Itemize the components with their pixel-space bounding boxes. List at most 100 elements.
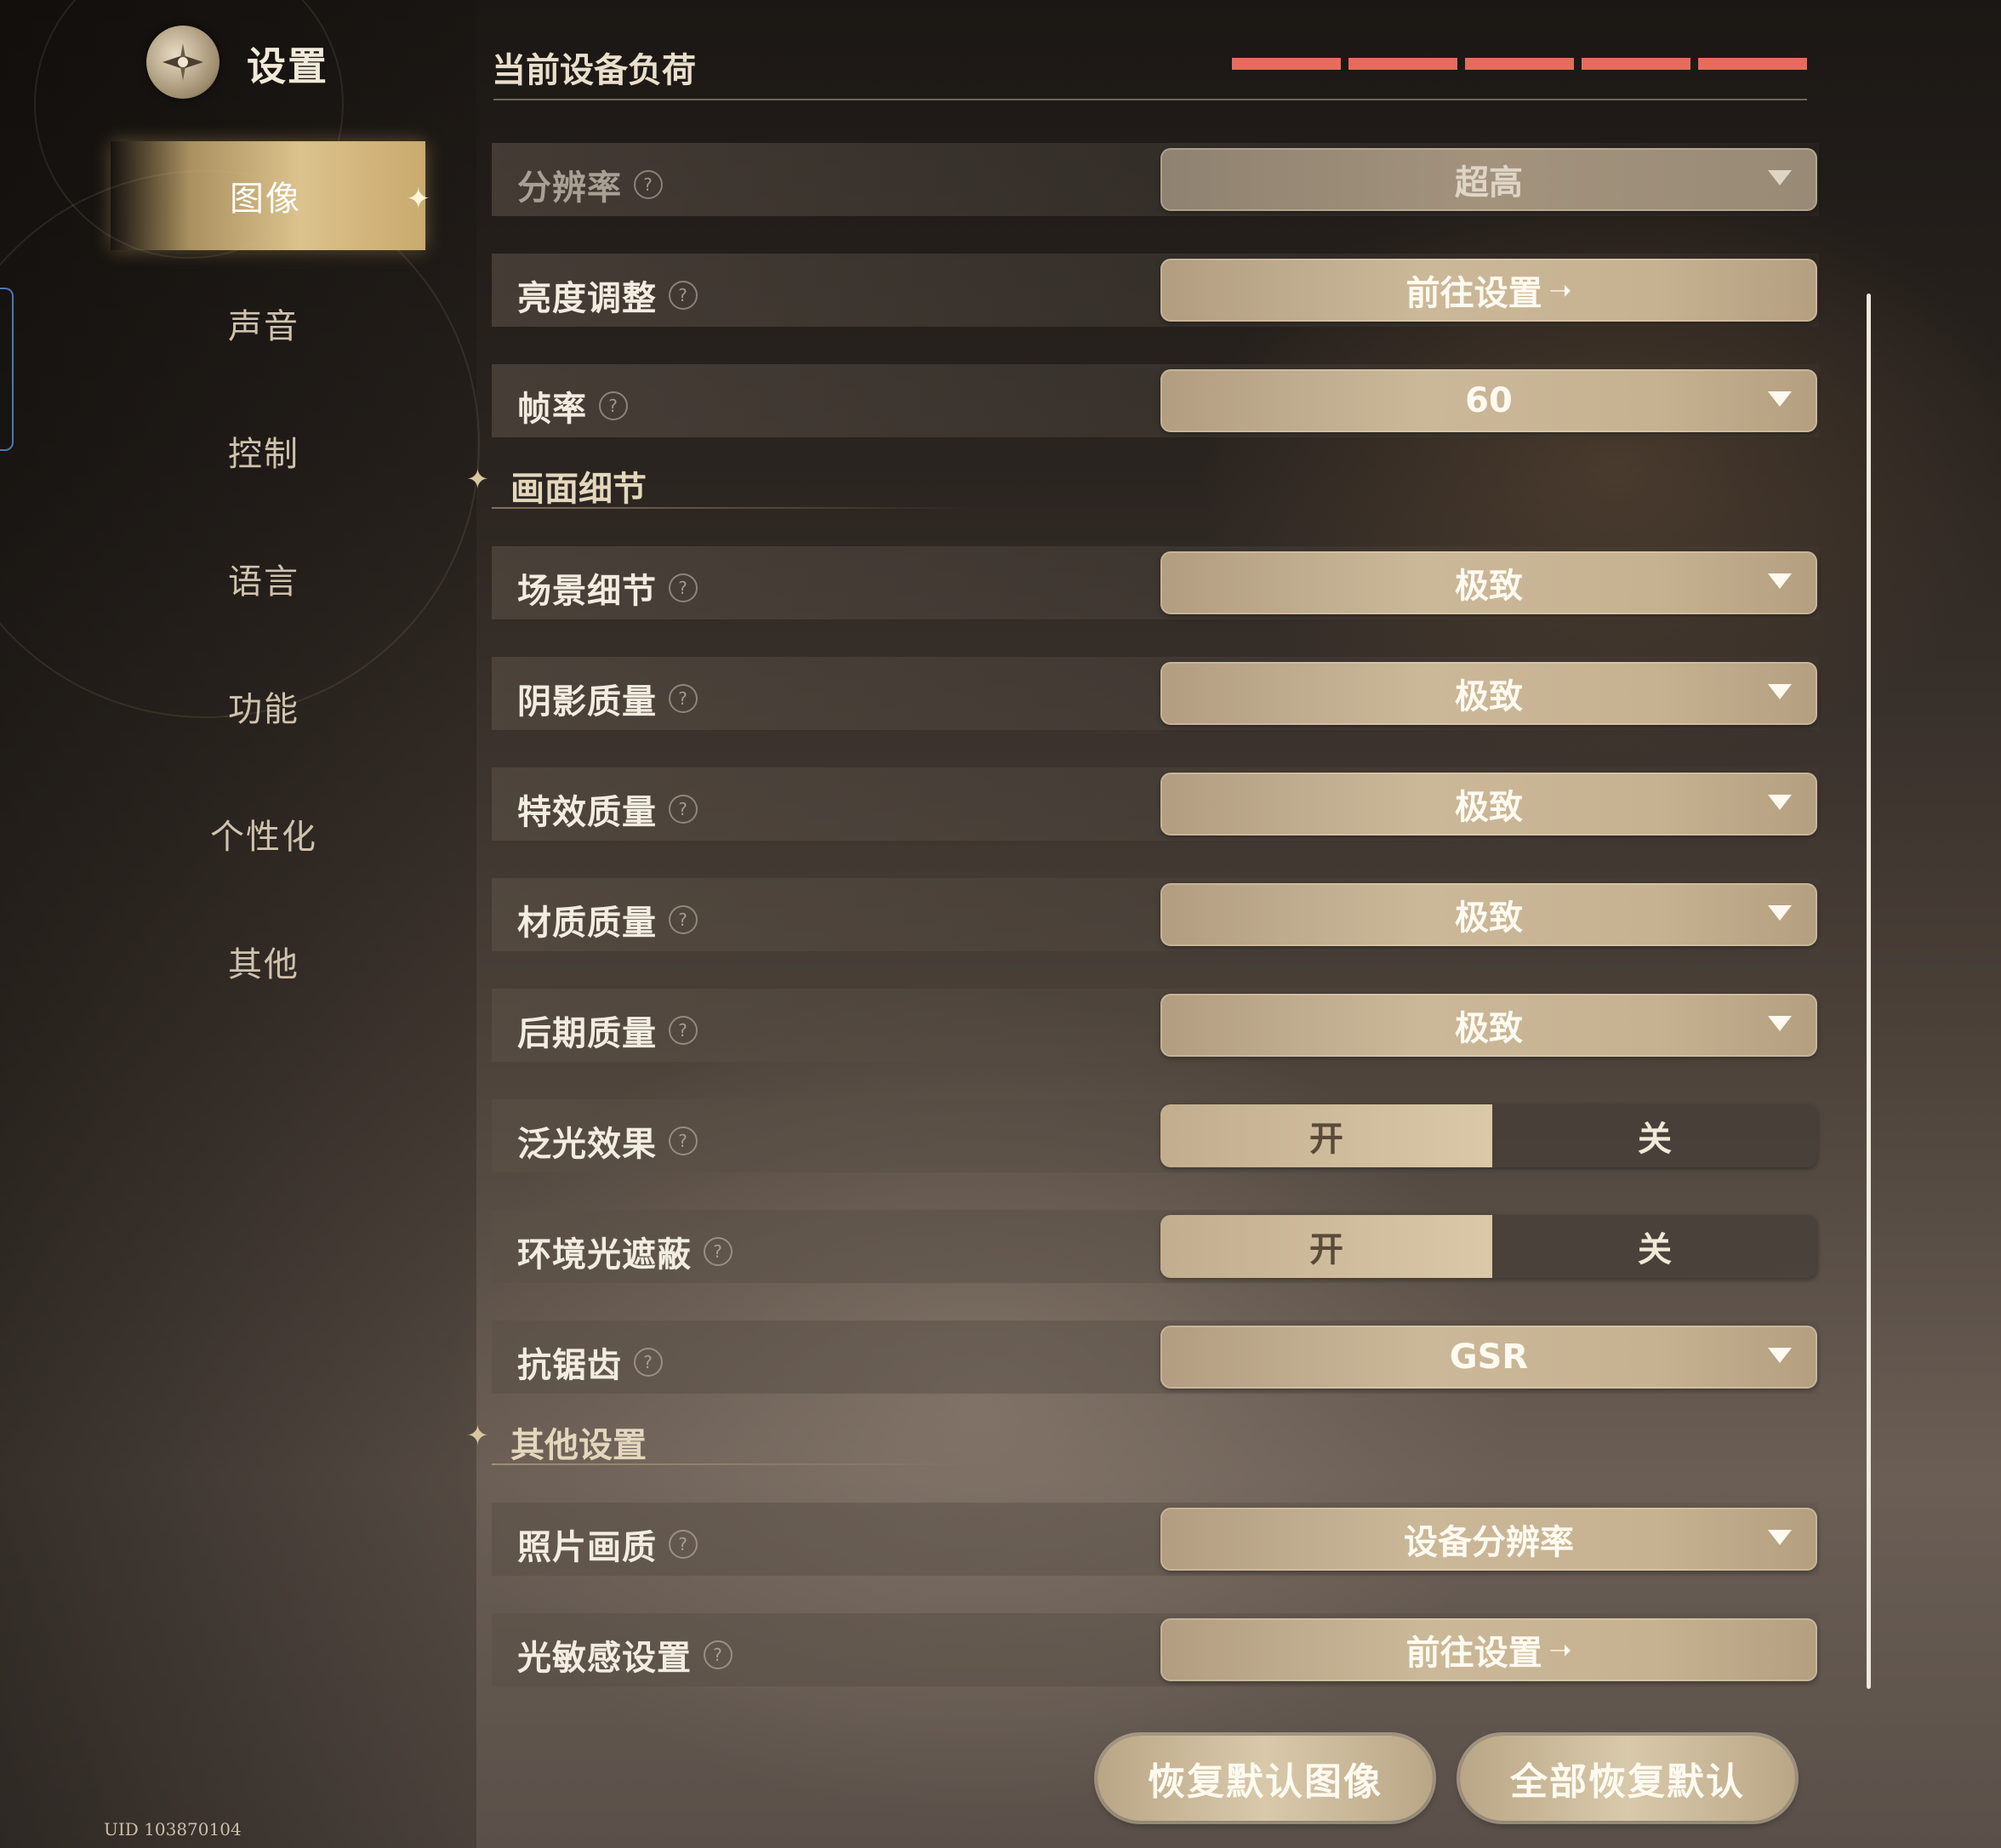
help-icon[interactable]: ? bbox=[634, 170, 663, 199]
chevron-down-icon bbox=[1768, 573, 1792, 589]
setting-row-shadow: 阴影质量? 极致 bbox=[492, 657, 1819, 730]
setting-row-effects: 特效质量? 极致 bbox=[492, 767, 1819, 841]
material-quality-dropdown[interactable]: 极致 bbox=[1160, 883, 1817, 946]
section-header-other: ✦ 其他设置 bbox=[466, 1414, 1819, 1465]
scene-detail-dropdown[interactable]: 极致 bbox=[1160, 551, 1817, 614]
device-load-meter bbox=[1232, 58, 1807, 70]
setting-label: 分辨率? bbox=[517, 160, 663, 209]
reset-image-button[interactable]: 恢复默认图像 bbox=[1097, 1736, 1433, 1821]
settings-list: 分辨率? 超高 亮度调整? 前往设置 ➝ 帧率? 60 ✦ 画面细节 场景细节? … bbox=[466, 143, 1819, 1724]
antialiasing-dropdown[interactable]: GSR bbox=[1160, 1326, 1817, 1389]
help-icon[interactable]: ? bbox=[704, 1237, 733, 1266]
chevron-down-icon bbox=[1768, 170, 1792, 185]
sidebar-item-label: 功能 bbox=[228, 690, 299, 729]
help-icon[interactable]: ? bbox=[669, 573, 698, 602]
help-icon[interactable]: ? bbox=[669, 795, 698, 824]
dropdown-value: 极致 bbox=[1455, 898, 1523, 938]
load-segment bbox=[1465, 58, 1574, 70]
chevron-down-icon bbox=[1768, 905, 1792, 921]
setting-label: 抗锯齿? bbox=[517, 1338, 663, 1387]
device-load-title: 当前设备负荷 bbox=[492, 51, 696, 90]
setting-row-bloom: 泛光效果? 开 关 bbox=[492, 1099, 1819, 1172]
chevron-down-icon bbox=[1768, 1016, 1792, 1031]
help-icon[interactable]: ? bbox=[669, 1530, 698, 1559]
button-label: 前往设置 bbox=[1405, 274, 1542, 313]
toggle-off-option[interactable]: 关 bbox=[1492, 1215, 1817, 1278]
help-icon[interactable]: ? bbox=[669, 905, 698, 934]
uid-label: UID 103870104 bbox=[104, 1819, 242, 1839]
setting-label: 泛光效果? bbox=[517, 1116, 698, 1166]
reset-all-button[interactable]: 全部恢复默认 bbox=[1460, 1736, 1795, 1821]
setting-row-brightness: 亮度调整? 前往设置 ➝ bbox=[492, 254, 1819, 327]
setting-label: 场景细节? bbox=[517, 563, 698, 613]
section-title: 画面细节 bbox=[510, 470, 647, 509]
dropdown-value: 极致 bbox=[1455, 567, 1523, 606]
toggle-off-option[interactable]: 关 bbox=[1492, 1104, 1817, 1167]
post-quality-dropdown[interactable]: 极致 bbox=[1160, 994, 1817, 1057]
chevron-down-icon bbox=[1768, 795, 1792, 810]
setting-label: 亮度调整? bbox=[517, 271, 698, 320]
sidebar-item-language[interactable]: 语言 bbox=[0, 524, 425, 633]
chevron-down-icon bbox=[1768, 391, 1792, 407]
dropdown-value: 60 bbox=[1465, 381, 1513, 420]
divider bbox=[492, 507, 968, 509]
sidebar-item-function[interactable]: 功能 bbox=[0, 652, 425, 761]
help-icon[interactable]: ? bbox=[669, 1016, 698, 1045]
shadow-quality-dropdown[interactable]: 极致 bbox=[1160, 662, 1817, 725]
sidebar-item-label: 控制 bbox=[228, 435, 299, 474]
sparkle-icon: ✦ bbox=[406, 182, 432, 216]
compass-icon bbox=[162, 43, 203, 81]
help-icon[interactable]: ? bbox=[669, 1126, 698, 1155]
sidebar-item-label: 其他 bbox=[228, 945, 299, 984]
toggle-on-option[interactable]: 开 bbox=[1160, 1104, 1492, 1167]
chevron-down-icon bbox=[1768, 684, 1792, 699]
arrow-right-icon: ➝ bbox=[1548, 274, 1572, 306]
section-title: 其他设置 bbox=[510, 1426, 647, 1465]
photo-quality-dropdown[interactable]: 设备分辨率 bbox=[1160, 1508, 1817, 1571]
setting-row-scene: 场景细节? 极致 bbox=[492, 546, 1819, 619]
sparkle-icon: ✦ bbox=[466, 1419, 489, 1452]
sidebar-item-control[interactable]: 控制 bbox=[0, 396, 425, 505]
sparkle-icon: ✦ bbox=[466, 463, 489, 495]
setting-label: 光敏感设置? bbox=[517, 1630, 733, 1680]
sidebar-item-personalize[interactable]: 个性化 bbox=[0, 779, 425, 888]
divider bbox=[493, 99, 1807, 100]
sidebar-item-sound[interactable]: 声音 bbox=[0, 269, 425, 378]
framerate-dropdown[interactable]: 60 bbox=[1160, 369, 1817, 432]
load-segment bbox=[1582, 58, 1690, 70]
sidebar-item-image[interactable]: 图像 ✦ bbox=[111, 141, 430, 250]
help-icon[interactable]: ? bbox=[599, 391, 628, 420]
sidebar-item-label: 个性化 bbox=[210, 818, 317, 857]
chevron-down-icon bbox=[1768, 1348, 1792, 1363]
effects-quality-dropdown[interactable]: 极致 bbox=[1160, 773, 1817, 836]
dropdown-value: 超高 bbox=[1455, 163, 1523, 202]
resolution-dropdown[interactable]: 超高 bbox=[1160, 148, 1817, 211]
help-icon[interactable]: ? bbox=[669, 684, 698, 713]
toggle-on-option[interactable]: 开 bbox=[1160, 1215, 1492, 1278]
settings-logo-icon[interactable] bbox=[146, 26, 219, 99]
load-segment bbox=[1698, 58, 1807, 70]
setting-label: 帧率? bbox=[517, 381, 628, 431]
dropdown-value: 极致 bbox=[1455, 1009, 1523, 1048]
chevron-down-icon bbox=[1768, 1530, 1792, 1545]
setting-row-framerate: 帧率? 60 bbox=[492, 364, 1819, 437]
help-icon[interactable]: ? bbox=[704, 1640, 733, 1669]
setting-label: 阴影质量? bbox=[517, 674, 698, 723]
scrollbar[interactable] bbox=[1867, 294, 1871, 1689]
bloom-toggle: 开 关 bbox=[1160, 1104, 1817, 1167]
sidebar-item-label: 语言 bbox=[228, 562, 299, 602]
photosensitivity-goto-button[interactable]: 前往设置 ➝ bbox=[1160, 1618, 1817, 1681]
sidebar-item-other[interactable]: 其他 bbox=[0, 907, 425, 1016]
help-icon[interactable]: ? bbox=[634, 1348, 663, 1377]
sidebar-item-label: 声音 bbox=[228, 307, 299, 346]
setting-label: 特效质量? bbox=[517, 784, 698, 834]
setting-row-material: 材质质量? 极致 bbox=[492, 878, 1819, 951]
help-icon[interactable]: ? bbox=[669, 281, 698, 310]
dropdown-value: 极致 bbox=[1455, 677, 1523, 716]
setting-row-ao: 环境光遮蔽? 开 关 bbox=[492, 1210, 1819, 1283]
brightness-goto-button[interactable]: 前往设置 ➝ bbox=[1160, 259, 1817, 322]
setting-label: 照片画质? bbox=[517, 1520, 698, 1569]
ambient-occlusion-toggle: 开 关 bbox=[1160, 1215, 1817, 1278]
setting-label: 环境光遮蔽? bbox=[517, 1227, 733, 1276]
setting-row-post: 后期质量? 极致 bbox=[492, 989, 1819, 1062]
